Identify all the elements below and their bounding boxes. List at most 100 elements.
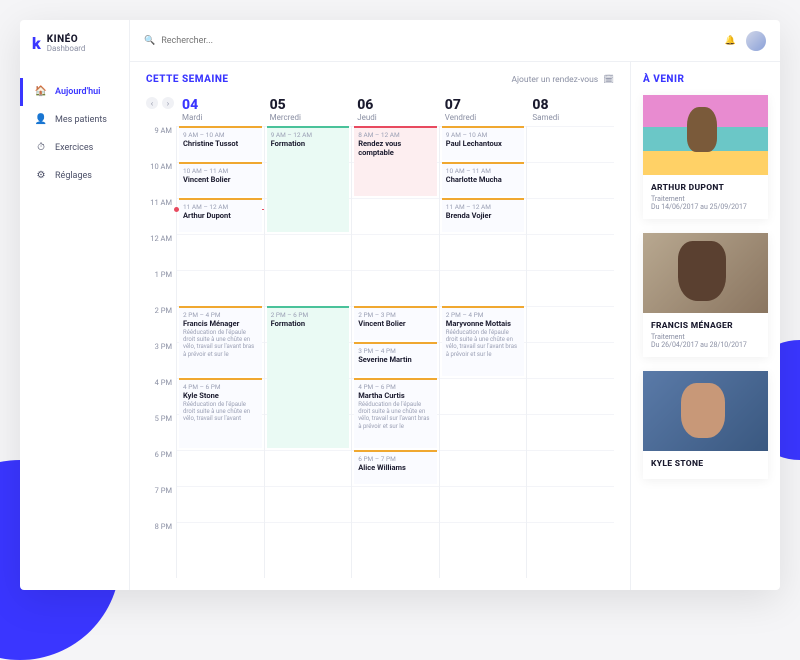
event-time: 6 PM – 7 PM [358,455,433,463]
calendar-event[interactable]: 3 PM – 4 PMSeverine Martin [354,342,437,376]
event-time: 10 AM – 11 AM [183,167,258,175]
event-time: 2 PM – 4 PM [183,311,258,319]
topbar: 🔍 🔔 [130,20,780,62]
hour-gutter: 9 AM10 AM11 AM12 AM1 PM2 PM3 PM4 PM5 PM6… [146,126,176,578]
logo-icon: k [32,34,41,53]
hour-label: 11 AM [146,198,176,234]
hour-label: 5 PM [146,414,176,450]
event-title: Francis Ménager [183,319,258,328]
event-title: Severine Martin [358,355,433,364]
event-title: Martha Curtis [358,391,433,400]
event-time: 10 AM – 11 AM [446,167,521,175]
day-header[interactable]: 05Mercredi [264,93,352,126]
hour-label: 3 PM [146,342,176,378]
nav-label: Aujourd'hui [55,87,100,97]
event-title: Charlotte Mucha [446,175,521,184]
day-column: 9 AM – 10 AMPaul Lechantoux10 AM – 11 AM… [439,126,527,578]
day-header[interactable]: 04Mardi [176,93,264,126]
nav: 🏠Aujourd'hui 👤 Mes patients ⏱Exercices⚙Régl… [20,78,129,190]
hour-label: 9 AM [146,126,176,162]
calendar-event[interactable]: 11 AM – 12 AMBrenda Vojier [442,198,525,232]
add-appointment-button[interactable]: Ajouter un rendez-vous 🗓 [511,75,614,85]
avatar[interactable] [746,31,766,51]
calendar-event[interactable]: 10 AM – 11 AMCharlotte Mucha [442,162,525,196]
bell-icon[interactable]: 🔔 [725,36,736,46]
calendar-event[interactable]: 2 PM – 3 PMVincent Bolier [354,306,437,340]
sidebar: k KINÉO Dashboard 🏠Aujourd'hui👤Mes patie… [20,20,130,590]
day-name: Mardi [182,113,258,122]
event-title: Formation [271,139,346,148]
event-desc: Rééducation de l'épaule droit suite à un… [183,329,258,358]
hour-label: 8 PM [146,522,176,558]
nav-patients[interactable]: 👤 Mes patients [20,106,129,134]
day-column [526,126,614,578]
event-time: 2 PM – 4 PM [446,311,521,319]
calendar-event[interactable]: 9 AM – 10 AMPaul Lechantoux [442,126,525,160]
event-desc: Rééducation de l'épaule droit suite à un… [183,401,258,423]
calendar-event[interactable]: 2 PM – 6 PMFormation [267,306,350,448]
upcoming-title: À VENIR [643,74,768,85]
event-time: 2 PM – 3 PM [358,311,433,319]
day-header[interactable]: 06Jeudi [351,93,439,126]
event-title: Formation [271,319,346,328]
event-time: 4 PM – 6 PM [183,383,258,391]
calendar-event[interactable]: 2 PM – 4 PMMaryvonne MottaisRééducation … [442,306,525,376]
event-time: 3 PM – 4 PM [358,347,433,355]
upcoming-panel: À VENIR ARTHUR DUPONTTraitementDu 14/06/… [630,62,780,590]
event-title: Arthur Dupont [183,211,258,220]
upcoming-card[interactable]: ARTHUR DUPONTTraitementDu 14/06/2017 au … [643,95,768,219]
event-title: Maryvonne Mottais [446,319,521,328]
patient-photo [643,95,768,175]
patient-dates: Du 26/04/2017 au 28/10/2017 [651,341,760,349]
patient-name: ARTHUR DUPONT [651,183,760,193]
event-time: 9 AM – 10 AM [446,131,521,139]
event-title: Paul Lechantoux [446,139,521,148]
nav-patients-icon: 👤 [35,114,47,126]
nav-today[interactable]: 🏠Aujourd'hui [20,78,129,106]
calendar-event[interactable]: 9 AM – 10 AMChristine Tussot [179,126,262,160]
event-time: 8 AM – 12 AM [358,131,433,139]
calendar-event[interactable]: 6 PM – 7 PMAlice Williams [354,450,437,484]
day-column: 8 AM – 12 AMRendez vous comptable 2 PM – … [351,126,439,578]
calendar-event[interactable]: 4 PM – 6 PMKyle StoneRééducation de l'ép… [179,378,262,448]
event-title: Alice Williams [358,463,433,472]
event-title: Rendez vous comptable [358,139,433,157]
calendar-event[interactable]: 9 AM – 12 AMFormation [267,126,350,232]
day-name: Samedi [532,113,608,122]
prev-week-button[interactable]: ‹ [146,97,158,109]
day-header[interactable]: 07Vendredi [439,93,527,126]
nav-exercises[interactable]: ⏱Exercices [20,134,129,162]
calendar-event[interactable]: 10 AM – 11 AMVincent Bolier [179,162,262,196]
calendar-grid: 9 AM – 10 AMChristine Tussot10 AM – 11 A… [176,126,614,578]
calendar-event[interactable]: 4 PM – 6 PMMartha CurtisRééducation de l… [354,378,437,448]
event-title: Vincent Bolier [183,175,258,184]
event-time: 9 AM – 10 AM [183,131,258,139]
nav-label: Exercices [55,143,93,153]
event-time: 9 AM – 12 AM [271,131,346,139]
day-header[interactable]: 08Samedi [526,93,614,126]
calendar-event[interactable]: 8 AM – 12 AMRendez vous comptable [354,126,437,196]
upcoming-card[interactable]: KYLE STONE [643,371,768,479]
patient-treatment: Traitement [651,333,760,341]
search-input[interactable] [161,36,715,46]
nav-settings[interactable]: ⚙Réglages [20,162,129,190]
patient-name: KYLE STONE [651,459,760,469]
content: CETTE SEMAINE Ajouter un rendez-vous 🗓 ‹… [130,62,780,590]
day-column: 9 AM – 12 AMFormation2 PM – 6 PMFormatio… [264,126,352,578]
day-headers: 04Mardi05Mercredi06Jeudi07Vendredi08Same… [176,93,614,126]
calendar-event[interactable]: 11 AM – 12 AMArthur Dupont [179,198,262,232]
nav-label: Réglages [55,171,92,181]
patient-photo [643,233,768,313]
search: 🔍 [144,36,715,46]
add-appointment-label: Ajouter un rendez-vous [511,75,598,85]
next-week-button[interactable]: › [162,97,174,109]
nav-label: Mes patients [55,115,107,125]
brand-subtitle: Dashboard [47,45,86,54]
hour-label: 2 PM [146,306,176,342]
calendar-event[interactable]: 2 PM – 4 PMFrancis MénagerRééducation de… [179,306,262,376]
event-title: Brenda Vojier [446,211,521,220]
hour-label: 6 PM [146,450,176,486]
patient-name: FRANCIS MÉNAGER [651,321,760,331]
upcoming-card[interactable]: FRANCIS MÉNAGER TraitementDu 26/04/2017 a… [643,233,768,357]
day-name: Mercredi [270,113,346,122]
